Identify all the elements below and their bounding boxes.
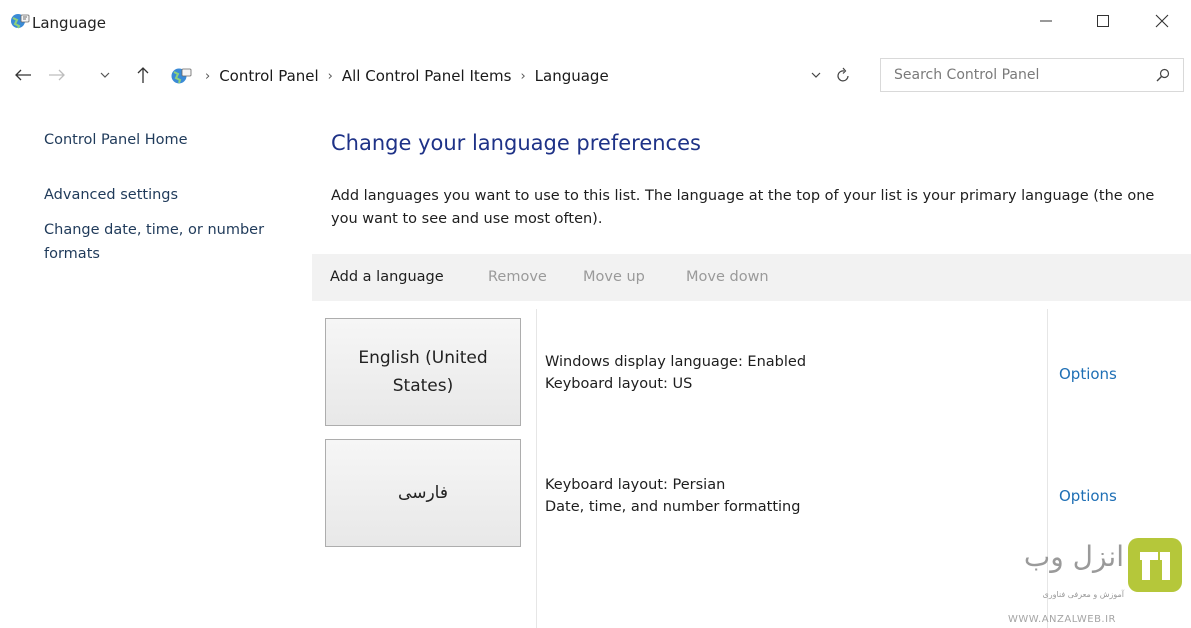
arrow-up-icon: [137, 67, 149, 83]
breadcrumb-all-items[interactable]: All Control Panel Items: [342, 67, 512, 85]
language-detail-line: Keyboard layout: Persian: [545, 477, 726, 493]
remove-button[interactable]: Remove: [488, 269, 547, 285]
chevron-down-icon: [811, 72, 821, 78]
forward-button[interactable]: [44, 62, 70, 88]
refresh-button[interactable]: [832, 62, 856, 88]
minimize-button[interactable]: [1024, 6, 1068, 36]
close-button[interactable]: [1140, 6, 1184, 36]
watermark-tagline: آموزش و معرفی فناوری: [1042, 590, 1124, 599]
refresh-icon: [837, 67, 849, 82]
watermark-logo-icon: [1128, 538, 1182, 592]
language-detail-line: Windows display language: Enabled: [545, 354, 807, 370]
column-divider: [536, 309, 537, 628]
language-tile-english[interactable]: English (United States): [325, 318, 521, 426]
sidebar-item-control-panel-home[interactable]: Control Panel Home: [44, 128, 188, 152]
search-icon[interactable]: [1149, 61, 1177, 89]
options-link-english[interactable]: Options: [1059, 365, 1117, 383]
page-description: Add languages you want to use to this li…: [331, 188, 1155, 227]
watermark-brand: انزل وب: [1023, 540, 1124, 573]
back-button[interactable]: [10, 62, 36, 88]
search-box[interactable]: [880, 58, 1184, 92]
watermark-url: WWW.ANZALWEB.IR: [1008, 614, 1117, 625]
language-name: English (United States): [358, 348, 488, 396]
window-title: Language: [32, 14, 107, 32]
breadcrumb-separator: ›: [205, 68, 211, 84]
language-details-persian: Keyboard layout: Persian Date, time, and…: [545, 474, 800, 518]
sidebar-item-advanced-settings[interactable]: Advanced settings: [44, 183, 178, 207]
breadcrumb-language[interactable]: Language: [535, 67, 609, 85]
maximize-button[interactable]: [1081, 6, 1125, 36]
breadcrumb-separator: ›: [520, 68, 526, 84]
language-toolbar: Add a language Remove Move up Move down: [312, 254, 1191, 301]
address-bar[interactable]: › Control Panel › All Control Panel Item…: [162, 58, 868, 94]
language-globe-icon: [10, 12, 30, 32]
search-input[interactable]: [881, 61, 1149, 89]
move-up-button[interactable]: Move up: [583, 269, 645, 285]
language-globe-icon: [171, 68, 192, 84]
address-history-button[interactable]: [806, 62, 826, 88]
recent-locations-button[interactable]: [96, 62, 114, 88]
sidebar-item-date-time-formats[interactable]: Change date, time, or number formats: [44, 218, 294, 266]
up-button[interactable]: [130, 62, 156, 88]
breadcrumb-separator: ›: [327, 68, 333, 84]
options-link-persian[interactable]: Options: [1059, 487, 1117, 505]
page-title: Change your language preferences: [331, 131, 701, 155]
add-language-button[interactable]: Add a language: [330, 269, 444, 285]
language-tile-persian[interactable]: فارسی: [325, 439, 521, 547]
arrow-left-icon: [15, 69, 31, 81]
language-details-english: Windows display language: Enabled Keyboa…: [545, 351, 806, 395]
arrow-right-icon: [49, 69, 65, 81]
breadcrumb-control-panel[interactable]: Control Panel: [219, 67, 318, 85]
language-detail-line: Date, time, and number formatting: [545, 499, 801, 515]
language-name: فارسی: [398, 483, 448, 503]
move-down-button[interactable]: Move down: [686, 269, 769, 285]
chevron-down-icon: [100, 72, 110, 78]
language-detail-line: Keyboard layout: US: [545, 376, 693, 392]
watermark: انزل وب آموزش و معرفی فناوری WWW.ANZALWE…: [998, 538, 1191, 628]
